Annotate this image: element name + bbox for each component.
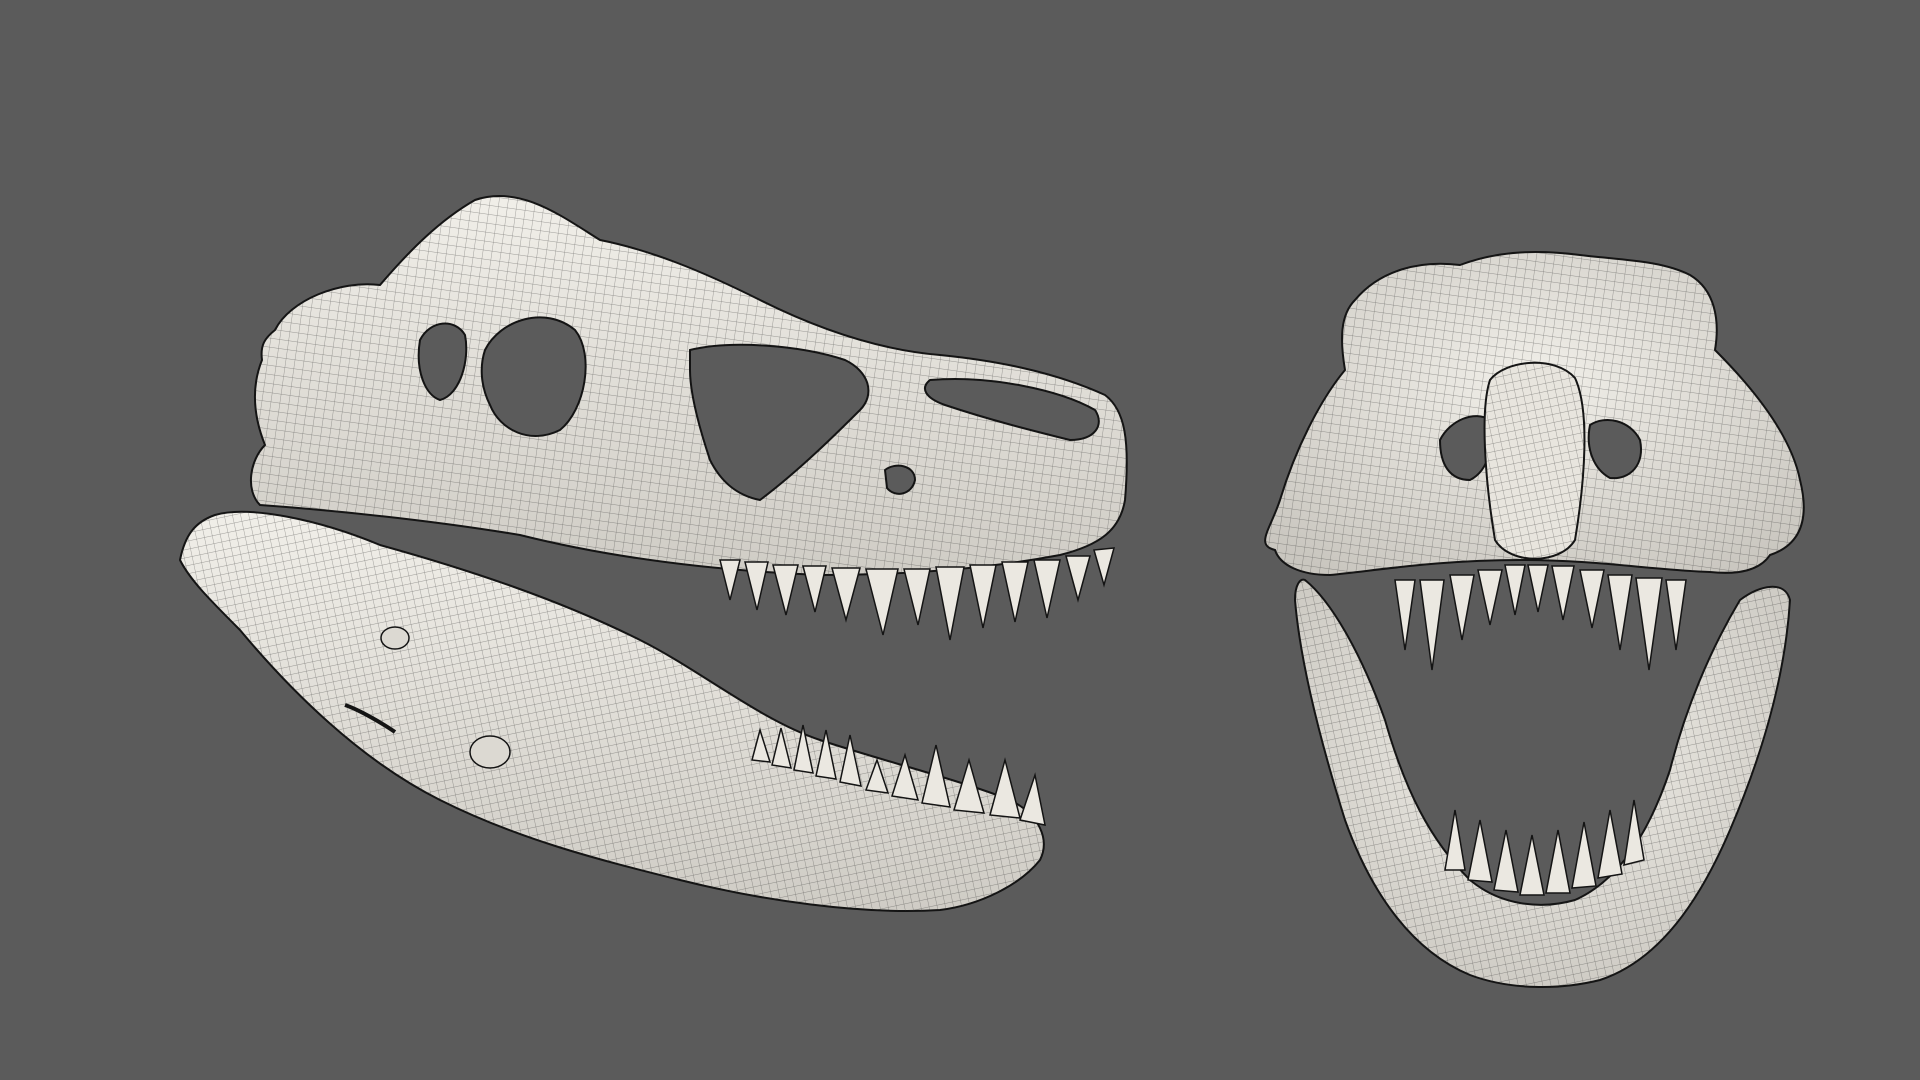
scene-render bbox=[178, 195, 1805, 988]
3d-viewport[interactable] bbox=[0, 0, 1920, 1080]
jaw-foramen-small bbox=[380, 626, 410, 650]
orbit-opening bbox=[480, 316, 587, 437]
front-upper-teeth bbox=[1394, 564, 1687, 671]
trex-skull-front-view[interactable] bbox=[1264, 251, 1805, 988]
jaw-foramen bbox=[469, 735, 511, 769]
small-opening bbox=[883, 464, 917, 495]
trex-skull-side-view[interactable] bbox=[178, 195, 1128, 912]
